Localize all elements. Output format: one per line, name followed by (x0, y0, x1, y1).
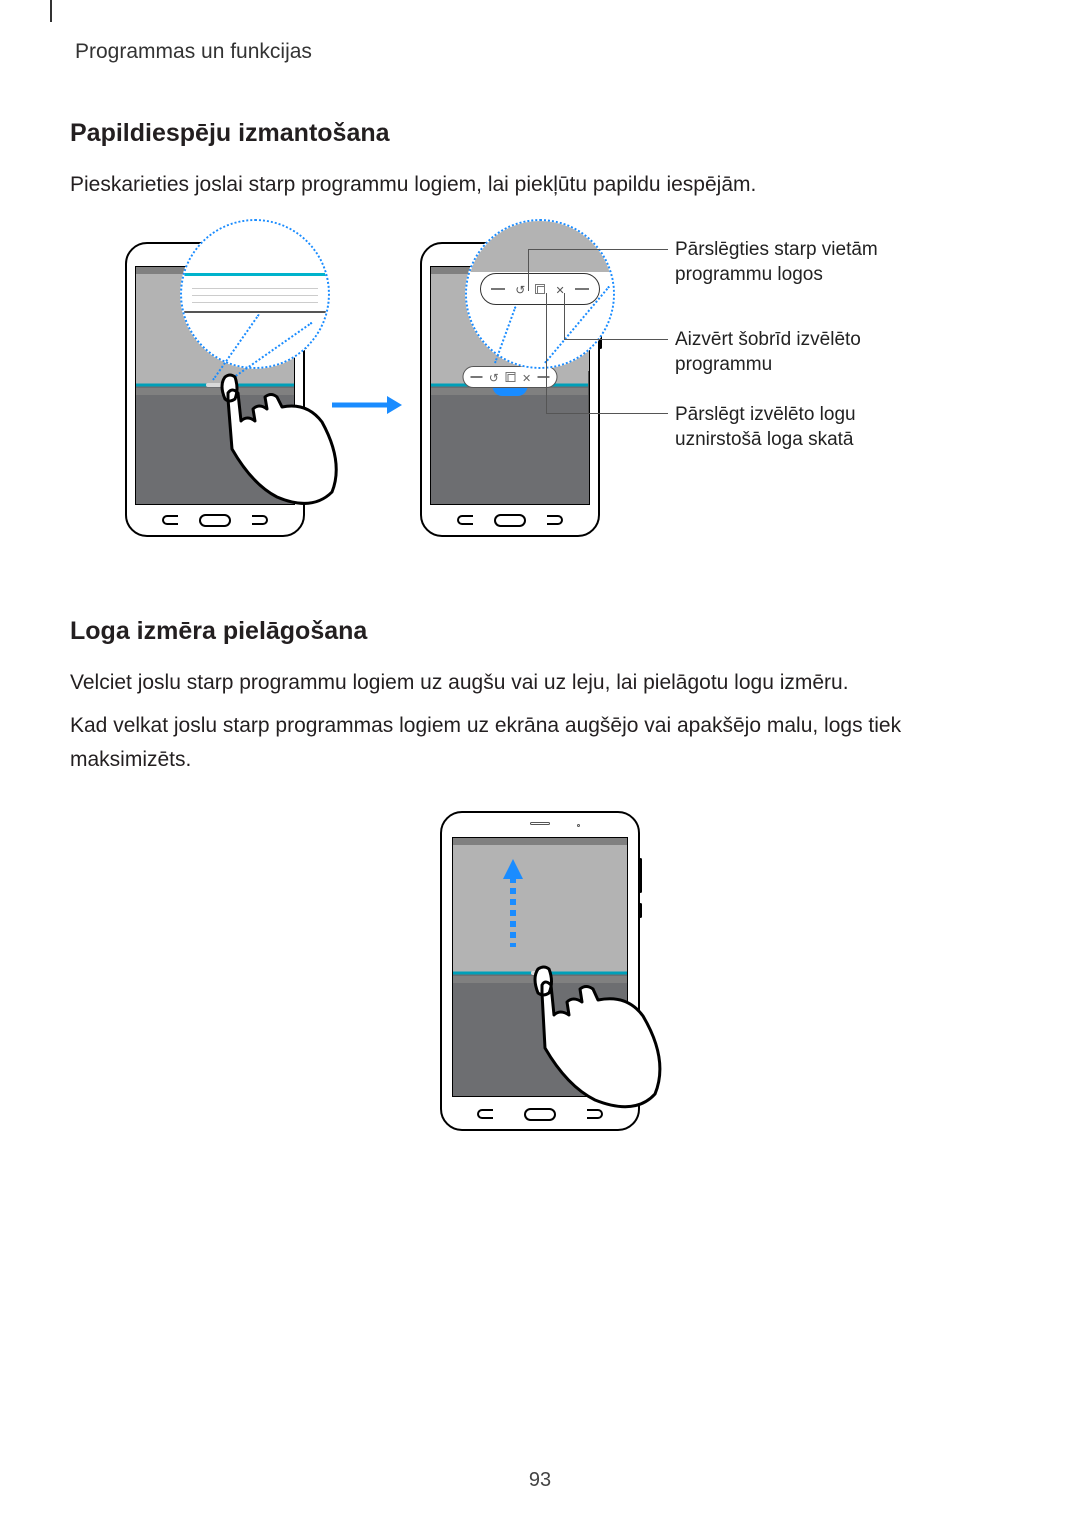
leader-line (588, 413, 668, 414)
chapter-header: Programmas un funkcijas (70, 40, 1010, 64)
popup-window-icon (535, 284, 545, 294)
section1-paragraph: Pieskarieties joslai starp programmu log… (70, 168, 1010, 202)
section2-paragraph2: Kad velkat joslu starp programmas logiem… (70, 709, 1010, 776)
close-icon (522, 370, 531, 385)
callout-popup: Pārslēgt izvēlēto logu uznirstošā loga s… (675, 402, 935, 453)
leader-line (588, 371, 589, 413)
leader-line (528, 249, 668, 250)
magnifier-options-icon (465, 219, 615, 369)
section2-paragraph1: Velciet joslu starp programmu logiem uz … (70, 666, 1010, 700)
leader-line (528, 249, 529, 291)
leader-line (564, 339, 668, 340)
figure-additional-options: Pārslēgties starp vietām programmu logos… (100, 227, 1010, 547)
leader-line (546, 293, 547, 413)
swap-icon (489, 370, 499, 385)
callout-swap: Pārslēgties starp vietām programmu logos (675, 237, 935, 288)
magnifier-tap-icon (180, 219, 330, 369)
leader-line (564, 293, 565, 339)
page-number: 93 (529, 1469, 551, 1492)
section2-title: Loga izmēra pielāgošana (70, 617, 1010, 646)
page-content: Programmas un funkcijas Papildiespēju iz… (0, 0, 1080, 1141)
drag-hand-icon (510, 951, 700, 1151)
options-pill (463, 366, 558, 388)
leader-line (546, 413, 588, 414)
swap-icon (515, 281, 525, 298)
section1-title: Papildiespēju izmantošana (70, 119, 1010, 148)
arrow-right-icon (332, 397, 402, 413)
figure-resize-window (420, 801, 660, 1141)
popup-window-icon (505, 372, 515, 382)
tab-marker (50, 0, 52, 22)
callout-close: Aizvērt šobrīd izvēlēto programmu (675, 327, 935, 378)
